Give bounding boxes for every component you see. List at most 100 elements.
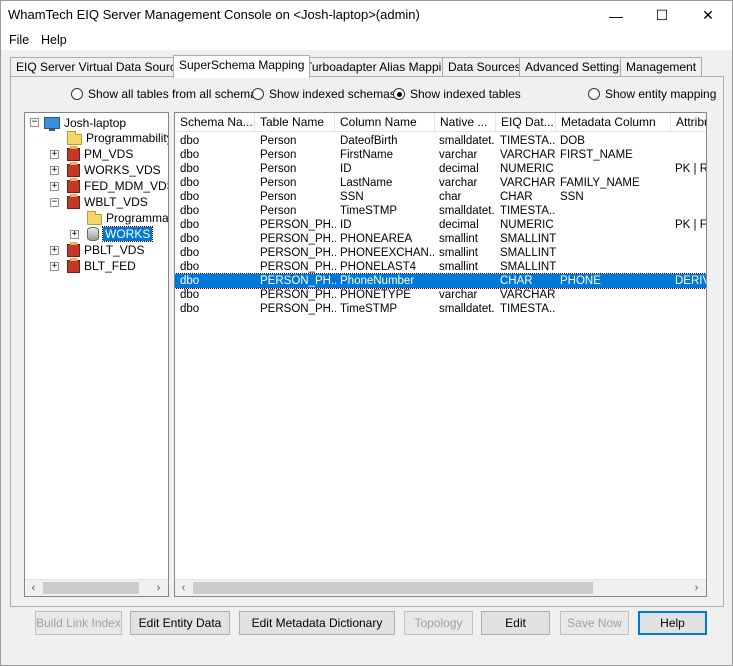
cell-table: Person (260, 177, 297, 189)
tree-node-works[interactable]: WORKS (87, 226, 154, 242)
expander-pblt-vds[interactable]: + (50, 246, 59, 255)
cell-attributes: DERIV (675, 275, 707, 287)
minimize-button[interactable]: — (593, 1, 639, 30)
table-row[interactable]: dbo Person ID decimal NUMERIC PK | RI (175, 162, 706, 176)
scroll-right-arrow[interactable]: › (150, 580, 167, 596)
tab-management[interactable]: Management (620, 57, 703, 77)
table-row[interactable]: dbo Person SSN char CHAR SSN (175, 190, 706, 204)
cell-native-type: char (439, 191, 462, 203)
cell-table: Person (260, 163, 297, 175)
table-row[interactable]: dbo PERSON_PH... PhoneNumber CHAR PHONE DERIV (175, 273, 707, 289)
tree-node-pblt-vds[interactable]: PBLT_VDS (67, 241, 144, 258)
cell-column: SSN (340, 191, 364, 203)
cell-attributes (673, 246, 706, 260)
column-header-metadata[interactable]: Metadata Column (556, 113, 671, 132)
edit-entity-data-button[interactable]: Edit Entity Data (130, 611, 230, 635)
expander-works[interactable]: + (70, 230, 79, 239)
cell-table: PERSON_PH... (260, 275, 336, 287)
vds-icon (67, 257, 80, 273)
scroll-left-arrow[interactable]: ‹ (175, 580, 192, 596)
column-header-native-type[interactable]: Native ... (435, 113, 496, 132)
table-row[interactable]: dbo Person TimeSTMP smalldatet... TIMESTA... (175, 204, 706, 218)
grid-horizontal-scrollbar[interactable]: ‹ › (175, 579, 706, 596)
expander-wblt-vds[interactable]: − (50, 198, 59, 207)
expander-blt-fed[interactable]: + (50, 262, 59, 271)
cell-native-type: decimal (439, 163, 479, 175)
tab-turboadapter-alias-mapping[interactable]: Turboadapter Alias Mapping (299, 57, 461, 77)
edit-button[interactable]: Edit (481, 611, 550, 635)
menu-help[interactable]: Help (41, 30, 67, 50)
maximize-button[interactable]: ☐ (639, 1, 685, 30)
cell-table: PERSON_PH... (260, 219, 336, 231)
save-now-button[interactable]: Save Now (560, 611, 629, 635)
server-tree[interactable]: − Josh-laptop Programmability + PM_VDS +… (24, 112, 169, 597)
cell-eiq-type: NUMERIC (500, 163, 554, 175)
tab-superschema-mapping[interactable]: SuperSchema Mapping (173, 55, 311, 78)
cell-attributes (673, 148, 706, 162)
column-header-eiq-type[interactable]: EIQ Dat... (496, 113, 556, 132)
tree-node-wblt-vds[interactable]: WBLT_VDS (67, 193, 148, 210)
tree-node-label: PM_VDS (84, 147, 134, 161)
scroll-thumb[interactable] (43, 582, 139, 594)
table-row[interactable]: dbo PERSON_PH... PHONEAREA smallint SMALLINT (175, 232, 706, 246)
tab-advanced-settings[interactable]: Advanced Settings (519, 57, 632, 77)
tree-node-works-vds[interactable]: WORKS_VDS (67, 161, 161, 178)
expander-works-vds[interactable]: + (50, 166, 59, 175)
radio-entity-mapping[interactable]: Show entity mapping (588, 87, 716, 101)
expander-pm-vds[interactable]: + (50, 150, 59, 159)
column-header-attributes[interactable]: Attribu (671, 113, 706, 132)
tree-node-label: WORKS_VDS (84, 163, 161, 177)
table-row[interactable]: dbo Person FirstName varchar VARCHAR FIRST_NA… (175, 148, 706, 162)
tab-virtual-data-sources[interactable]: EIQ Server Virtual Data Sources (10, 57, 195, 77)
cell-attributes (673, 190, 706, 204)
cell-table: Person (260, 149, 297, 161)
cell-eiq-type: SMALLINT (500, 233, 556, 245)
cell-eiq-type: VARCHAR (500, 289, 556, 301)
tree-node-fed-mdm-vds[interactable]: FED_MDM_VDS (67, 177, 168, 194)
radio-indexed-schemas[interactable]: Show indexed schemas (252, 87, 396, 101)
radio-all-tables-dot[interactable] (71, 88, 83, 100)
column-header-table[interactable]: Table Name (255, 113, 335, 132)
table-row[interactable]: dbo PERSON_PH... PHONELAST4 smallint SMALLIN… (175, 260, 706, 274)
column-header-column[interactable]: Column Name (335, 113, 435, 132)
column-mapping-grid[interactable]: Schema Na... Table Name Column Name Nati… (174, 112, 707, 597)
radio-entity-mapping-dot[interactable] (588, 88, 600, 100)
close-button[interactable]: ✕ (685, 1, 731, 30)
title-bar: WhamTech EIQ Server Management Console o… (1, 1, 732, 30)
tree-node-root[interactable]: Josh-laptop (44, 115, 126, 131)
radio-indexed-schemas-dot[interactable] (252, 88, 264, 100)
cell-schema: dbo (180, 275, 200, 287)
radio-indexed-tables-dot[interactable] (393, 88, 405, 100)
tree-horizontal-scrollbar[interactable]: ‹ › (25, 579, 168, 596)
table-row[interactable]: dbo PERSON_PH... TimeSTMP smalldatet... TIME… (175, 302, 706, 316)
help-button[interactable]: Help (638, 611, 707, 635)
topology-button[interactable]: Topology (404, 611, 473, 635)
tab-data-sources[interactable]: Data Sources (442, 57, 527, 77)
cell-table: Person (260, 191, 297, 203)
cell-metadata: FIRST_NAME (560, 149, 633, 161)
scroll-thumb[interactable] (193, 582, 593, 594)
radio-all-tables[interactable]: Show all tables from all schemas (71, 87, 263, 101)
build-link-index-button[interactable]: Build Link Index (35, 611, 122, 635)
table-row[interactable]: dbo PERSON_PH... PHONETYPE varchar VARCHAR (175, 288, 706, 302)
column-header-schema[interactable]: Schema Na... (175, 113, 255, 132)
table-row[interactable]: dbo Person DateofBirth smalldatet... TIMESTA… (175, 134, 706, 148)
edit-metadata-dictionary-button[interactable]: Edit Metadata Dictionary (239, 611, 395, 635)
cell-table: PERSON_PH... (260, 289, 336, 301)
radio-indexed-tables[interactable]: Show indexed tables (393, 87, 521, 101)
tree-node-programmability[interactable]: Programmability (67, 130, 168, 146)
expander-root[interactable]: − (30, 118, 39, 127)
expander-fed-mdm-vds[interactable]: + (50, 182, 59, 191)
cell-attributes (673, 288, 706, 302)
menu-file[interactable]: File (9, 30, 29, 50)
table-row[interactable]: dbo PERSON_PH... ID decimal NUMERIC PK | FK (175, 218, 706, 232)
scroll-left-arrow[interactable]: ‹ (25, 580, 42, 596)
tree-node-blt-fed[interactable]: BLT_FED (67, 257, 136, 274)
tree-node-wblt-programmability[interactable]: Programmability (87, 210, 168, 226)
vds-icon (67, 241, 80, 257)
table-row[interactable]: dbo Person LastName varchar VARCHAR FAMILY_NA… (175, 176, 706, 190)
cell-table: Person (260, 135, 297, 147)
table-row[interactable]: dbo PERSON_PH... PHONEEXCHAN... smallint SMA… (175, 246, 706, 260)
tree-node-pm-vds[interactable]: PM_VDS (67, 145, 134, 162)
scroll-right-arrow[interactable]: › (688, 580, 705, 596)
